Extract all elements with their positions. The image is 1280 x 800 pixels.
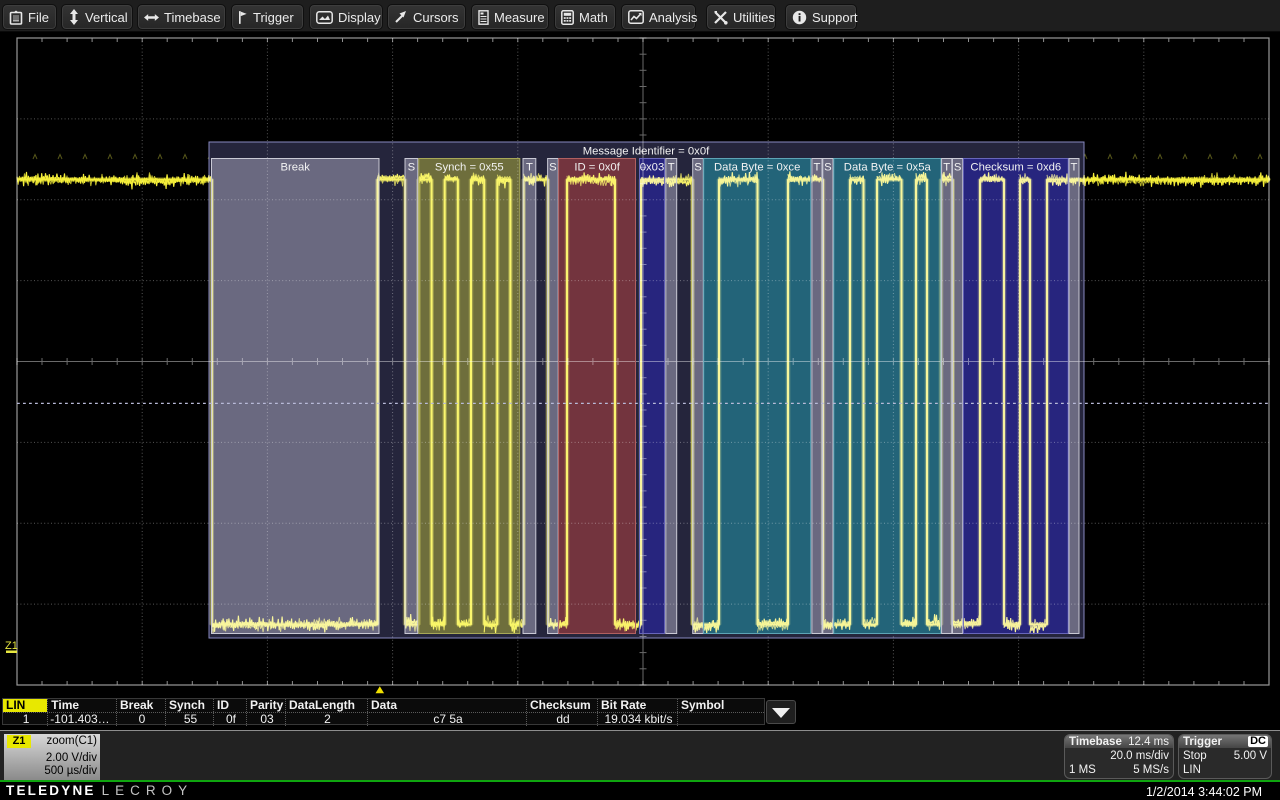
svg-text:S: S <box>824 162 832 174</box>
svg-text:Checksum = 0xd6: Checksum = 0xd6 <box>970 162 1061 174</box>
svg-text:ID = 0x0f: ID = 0x0f <box>574 162 620 174</box>
svg-text:T: T <box>813 162 820 174</box>
svg-text:S: S <box>408 162 416 174</box>
svg-text:Synch = 0x55: Synch = 0x55 <box>435 162 504 174</box>
svg-text:Data Byte = 0xce: Data Byte = 0xce <box>714 162 800 174</box>
svg-text:Message Identifier = 0x0f: Message Identifier = 0x0f <box>583 146 710 158</box>
svg-text:0x03: 0x03 <box>640 162 665 174</box>
svg-text:S: S <box>954 162 962 174</box>
svg-text:T: T <box>943 162 950 174</box>
svg-text:T: T <box>668 162 675 174</box>
svg-text:Data Byte = 0x5a: Data Byte = 0x5a <box>844 162 932 174</box>
svg-text:T: T <box>526 162 533 174</box>
svg-text:S: S <box>694 162 702 174</box>
svg-text:Break: Break <box>280 162 310 174</box>
svg-text:S: S <box>549 162 557 174</box>
svg-text:T: T <box>1071 162 1078 174</box>
svg-text:Z1: Z1 <box>5 640 18 652</box>
